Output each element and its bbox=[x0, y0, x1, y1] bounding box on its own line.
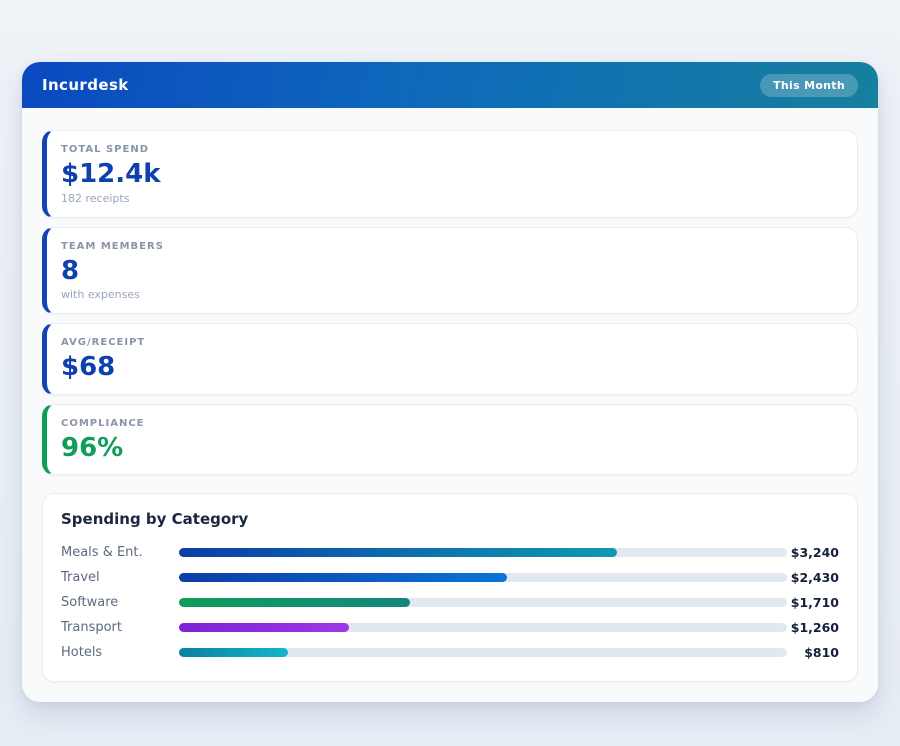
stats-list: TOTAL SPEND $12.4k 182 receipts TEAM MEM… bbox=[42, 130, 858, 475]
bar-fill bbox=[179, 573, 507, 582]
bar-fill bbox=[179, 623, 349, 632]
stat-sub: 182 receipts bbox=[61, 192, 841, 205]
chart-row: Meals & Ent. $3,240 bbox=[61, 540, 839, 565]
stat-value: $12.4k bbox=[61, 160, 841, 189]
stat-label: TOTAL SPEND bbox=[61, 144, 841, 155]
stat-card: TEAM MEMBERS 8 with expenses bbox=[42, 227, 858, 315]
chart-rows: Meals & Ent. $3,240 Travel $2,430 Softwa… bbox=[61, 540, 839, 665]
bar-track bbox=[179, 623, 787, 632]
period-badge[interactable]: This Month bbox=[760, 74, 858, 97]
category-label: Software bbox=[61, 595, 179, 610]
stat-label: TEAM MEMBERS bbox=[61, 241, 841, 252]
category-label: Travel bbox=[61, 570, 179, 585]
stat-label: AVG/RECEIPT bbox=[61, 337, 841, 348]
chart-row: Travel $2,430 bbox=[61, 565, 839, 590]
bar-fill bbox=[179, 548, 617, 557]
app-title: Incurdesk bbox=[42, 76, 129, 94]
bar-value: $2,430 bbox=[787, 570, 839, 585]
bar-value: $810 bbox=[787, 645, 839, 660]
bar-track bbox=[179, 648, 787, 657]
bar-value: $1,260 bbox=[787, 620, 839, 635]
stat-value: 8 bbox=[61, 257, 841, 286]
app-header: Incurdesk This Month bbox=[22, 62, 878, 108]
stat-card: AVG/RECEIPT $68 bbox=[42, 323, 858, 395]
chart-title: Spending by Category bbox=[61, 510, 839, 528]
spending-chart-card: Spending by Category Meals & Ent. $3,240… bbox=[42, 493, 858, 682]
bar-value: $3,240 bbox=[787, 545, 839, 560]
stat-label: COMPLIANCE bbox=[61, 418, 841, 429]
bar-track bbox=[179, 573, 787, 582]
dashboard-content: TOTAL SPEND $12.4k 182 receipts TEAM MEM… bbox=[22, 108, 878, 702]
stat-card: TOTAL SPEND $12.4k 182 receipts bbox=[42, 130, 858, 218]
chart-row: Hotels $810 bbox=[61, 640, 839, 665]
category-label: Meals & Ent. bbox=[61, 545, 179, 560]
stat-value: $68 bbox=[61, 353, 841, 382]
app-container: Incurdesk This Month TOTAL SPEND $12.4k … bbox=[22, 62, 878, 702]
bar-track bbox=[179, 548, 787, 557]
category-label: Hotels bbox=[61, 645, 179, 660]
bar-track bbox=[179, 598, 787, 607]
chart-row: Transport $1,260 bbox=[61, 615, 839, 640]
bar-fill bbox=[179, 648, 288, 657]
stat-value: 96% bbox=[61, 434, 841, 463]
bar-fill bbox=[179, 598, 410, 607]
chart-row: Software $1,710 bbox=[61, 590, 839, 615]
bar-value: $1,710 bbox=[787, 595, 839, 610]
category-label: Transport bbox=[61, 620, 179, 635]
stat-sub: with expenses bbox=[61, 288, 841, 301]
stat-card: COMPLIANCE 96% bbox=[42, 404, 858, 476]
